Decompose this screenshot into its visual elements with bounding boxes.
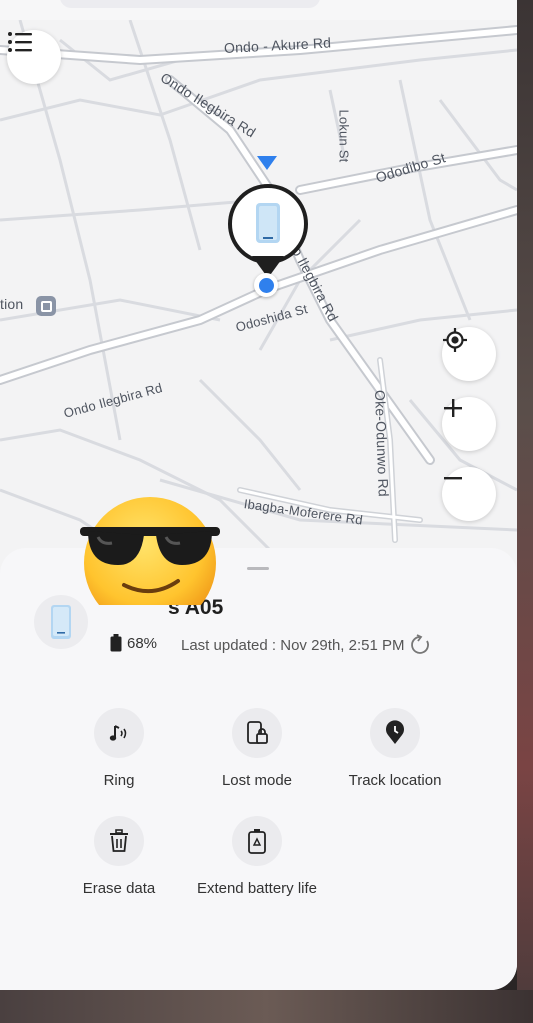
phone-icon: [51, 605, 71, 639]
list-menu-icon: [8, 32, 32, 52]
ring-music-icon: [109, 725, 127, 741]
erase-data-label: Erase data: [82, 880, 156, 897]
battery-icon: [110, 634, 122, 652]
map-label-lokun: Lokun St: [336, 109, 352, 163]
my-location-icon: [443, 328, 467, 352]
menu-button[interactable]: [7, 30, 61, 84]
ring-label: Ring: [103, 772, 135, 789]
erase-data-action[interactable]: Erase data: [49, 816, 189, 899]
trash-icon: [110, 829, 128, 852]
track-location-action[interactable]: Track location: [325, 708, 465, 791]
track-location-label: Track location: [348, 772, 442, 789]
lost-mode-button[interactable]: [232, 708, 282, 758]
zoom-out-button[interactable]: [442, 467, 496, 521]
battery-recycle-icon: [248, 829, 266, 854]
erase-data-button[interactable]: [94, 816, 144, 866]
phone-lock-icon: [247, 721, 268, 744]
location-clock-icon: [386, 720, 404, 744]
background-bottom: [0, 990, 533, 1023]
current-location-dot: [254, 273, 278, 297]
track-location-button[interactable]: [370, 708, 420, 758]
train-station-icon: [36, 296, 56, 316]
lost-mode-label: Lost mode: [221, 772, 293, 789]
map-label-station: tion: [0, 296, 24, 312]
search-pill[interactable]: [60, 0, 320, 8]
extend-battery-label: Extend battery life: [196, 880, 318, 897]
my-location-button[interactable]: [442, 327, 496, 381]
top-bar: [0, 0, 517, 21]
heading-arrow-icon: [257, 156, 277, 170]
last-updated-text: Last updated : Nov 29th, 2:51 PM: [181, 636, 405, 654]
last-updated: Last updated : Nov 29th, 2:51 PM: [181, 634, 432, 656]
ring-button[interactable]: [94, 708, 144, 758]
sheet-drag-handle[interactable]: [247, 567, 269, 570]
device-location-pin[interactable]: [226, 182, 310, 282]
minus-icon: [444, 477, 462, 480]
battery-status: 68%: [110, 634, 157, 652]
extend-battery-button[interactable]: [232, 816, 282, 866]
background-right: [517, 0, 533, 1023]
lost-mode-action[interactable]: Lost mode: [187, 708, 327, 791]
battery-percent: 68%: [127, 634, 158, 652]
ring-action[interactable]: Ring: [49, 708, 189, 791]
refresh-icon[interactable]: [410, 634, 432, 656]
plus-icon: [444, 399, 462, 417]
extend-battery-action[interactable]: Extend battery life: [187, 816, 327, 899]
find-device-app: Ondo - Akure Rd Ondo Ilegbira Rd Lokun S…: [0, 0, 517, 990]
sunglasses-emoji-sticker: [80, 497, 220, 605]
zoom-in-button[interactable]: [442, 397, 496, 451]
